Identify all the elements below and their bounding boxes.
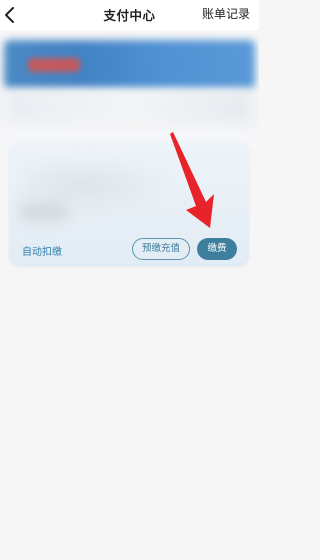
- prepay-button[interactable]: 预缴充值: [132, 238, 190, 260]
- banner-highlight: [28, 58, 80, 72]
- blurred-banner: [0, 30, 259, 148]
- banner-subtext: [10, 92, 249, 122]
- top-bar: 支付中心 账单记录: [0, 0, 259, 30]
- red-arrow-annotation: [170, 132, 214, 228]
- auto-pay-link[interactable]: 自动扣缴: [22, 243, 62, 258]
- pay-button[interactable]: 缴费: [197, 238, 237, 260]
- blurred-account-detail: [19, 202, 69, 222]
- bill-records-link[interactable]: 账单记录: [202, 5, 250, 22]
